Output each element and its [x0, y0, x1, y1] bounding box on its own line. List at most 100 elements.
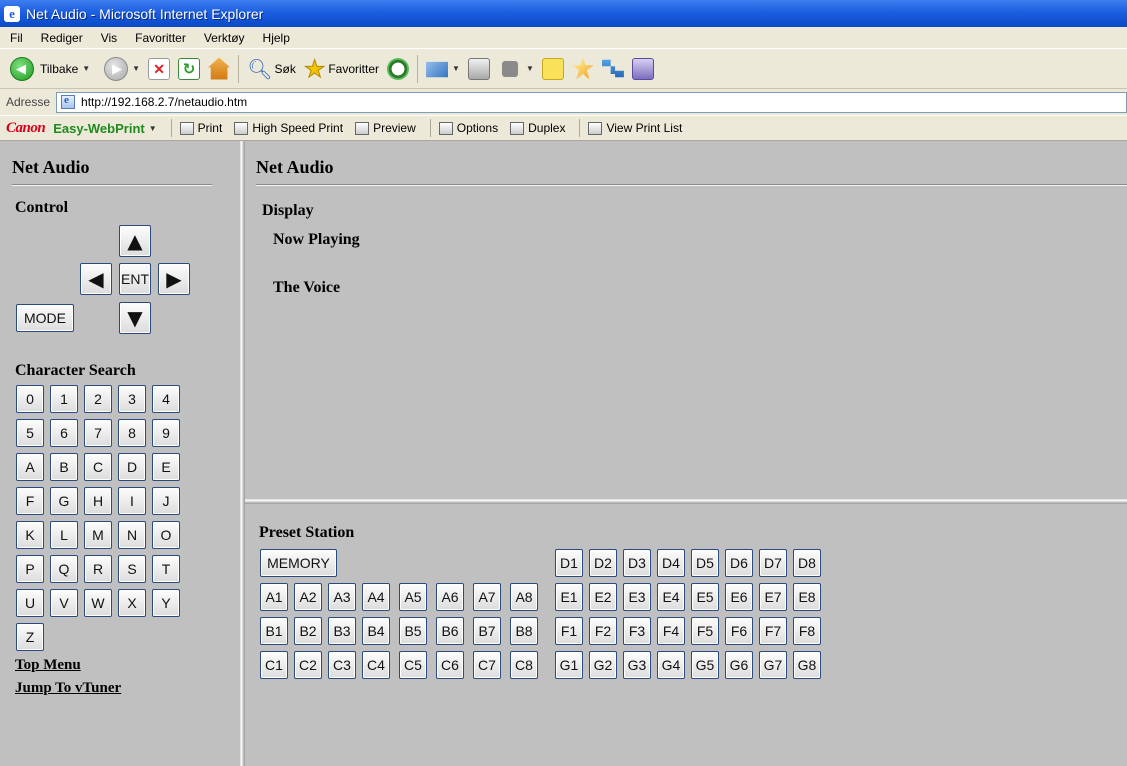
char-button-w[interactable]: W [84, 589, 112, 617]
menu-favorites[interactable]: Favoritter [126, 31, 195, 45]
preset-button-g1[interactable]: G1 [555, 651, 583, 679]
preset-button-c8[interactable]: C8 [510, 651, 538, 679]
preset-button-d7[interactable]: D7 [759, 549, 787, 577]
preset-button-a2[interactable]: A2 [294, 583, 322, 611]
favorites-button[interactable]: ★ Favoritter [300, 53, 383, 85]
char-button-h[interactable]: H [84, 487, 112, 515]
memory-button[interactable]: MEMORY [260, 549, 337, 577]
top-menu-link[interactable]: Top Menu [15, 657, 81, 674]
char-button-g[interactable]: G [50, 487, 78, 515]
preset-button-g7[interactable]: G7 [759, 651, 787, 679]
edit-dropdown-icon[interactable]: ▼ [526, 64, 534, 73]
back-dropdown-icon[interactable]: ▼ [82, 64, 90, 73]
refresh-button[interactable]: ↻ [174, 53, 204, 85]
enter-button[interactable]: ENT [119, 263, 151, 295]
preset-button-a3[interactable]: A3 [328, 583, 356, 611]
canon-preview-button[interactable]: Preview [355, 121, 416, 135]
char-button-0[interactable]: 0 [16, 385, 44, 413]
canon-view-print-list-button[interactable]: View Print List [588, 121, 682, 135]
preset-button-b5[interactable]: B5 [399, 617, 427, 645]
char-button-d[interactable]: D [118, 453, 146, 481]
preset-button-e6[interactable]: E6 [725, 583, 753, 611]
home-button[interactable] [204, 53, 234, 85]
mode-button[interactable]: MODE [16, 304, 74, 332]
preset-button-a1[interactable]: A1 [260, 583, 288, 611]
char-button-j[interactable]: J [152, 487, 180, 515]
char-button-6[interactable]: 6 [50, 419, 78, 447]
preset-button-c4[interactable]: C4 [362, 651, 390, 679]
char-button-i[interactable]: I [118, 487, 146, 515]
canon-print-button[interactable]: Print [179, 121, 222, 135]
preset-button-c3[interactable]: C3 [328, 651, 356, 679]
preset-button-d2[interactable]: D2 [589, 549, 617, 577]
preset-button-g5[interactable]: G5 [691, 651, 719, 679]
char-button-9[interactable]: 9 [152, 419, 180, 447]
preset-button-d4[interactable]: D4 [657, 549, 685, 577]
char-button-b[interactable]: B [50, 453, 78, 481]
preset-button-b3[interactable]: B3 [328, 617, 356, 645]
char-button-c[interactable]: C [84, 453, 112, 481]
down-button[interactable]: ▼ [119, 302, 151, 334]
char-button-4[interactable]: 4 [152, 385, 180, 413]
preset-button-e2[interactable]: E2 [589, 583, 617, 611]
mail-button[interactable]: ▼ [422, 53, 464, 85]
char-button-n[interactable]: N [118, 521, 146, 549]
notes-button[interactable] [538, 53, 568, 85]
forward-dropdown-icon[interactable]: ▼ [132, 64, 140, 73]
canon-options-button[interactable]: Options [438, 121, 498, 135]
preset-button-f4[interactable]: F4 [657, 617, 685, 645]
char-button-3[interactable]: 3 [118, 385, 146, 413]
preset-button-b4[interactable]: B4 [362, 617, 390, 645]
char-button-z[interactable]: Z [16, 623, 44, 651]
preset-button-d1[interactable]: D1 [555, 549, 583, 577]
preset-button-e1[interactable]: E1 [555, 583, 583, 611]
search-button[interactable]: 🔍︎ Søk [243, 53, 300, 85]
up-button[interactable]: ▲ [119, 225, 151, 257]
right-button[interactable]: ▶ [158, 263, 190, 295]
menu-file[interactable]: Fil [0, 31, 32, 45]
char-button-k[interactable]: K [16, 521, 44, 549]
preset-button-g2[interactable]: G2 [589, 651, 617, 679]
preset-button-c6[interactable]: C6 [436, 651, 464, 679]
preset-button-a8[interactable]: A8 [510, 583, 538, 611]
char-button-8[interactable]: 8 [118, 419, 146, 447]
preset-button-a7[interactable]: A7 [473, 583, 501, 611]
char-button-r[interactable]: R [84, 555, 112, 583]
preset-button-a5[interactable]: A5 [399, 583, 427, 611]
char-button-5[interactable]: 5 [16, 419, 44, 447]
menu-help[interactable]: Hjelp [254, 31, 299, 45]
menu-view[interactable]: Vis [92, 31, 126, 45]
char-button-t[interactable]: T [152, 555, 180, 583]
preset-button-a6[interactable]: A6 [436, 583, 464, 611]
preset-button-c5[interactable]: C5 [399, 651, 427, 679]
back-button[interactable]: Tilbake ▼ [6, 53, 94, 85]
char-button-a[interactable]: A [16, 453, 44, 481]
preset-button-a4[interactable]: A4 [362, 583, 390, 611]
char-button-v[interactable]: V [50, 589, 78, 617]
preset-button-e5[interactable]: E5 [691, 583, 719, 611]
char-button-l[interactable]: L [50, 521, 78, 549]
preset-button-f1[interactable]: F1 [555, 617, 583, 645]
easy-webprint-dropdown-icon[interactable]: ▼ [149, 124, 157, 133]
menu-tools[interactable]: Verktøy [195, 31, 254, 45]
mail-dropdown-icon[interactable]: ▼ [452, 64, 460, 73]
char-button-q[interactable]: Q [50, 555, 78, 583]
preset-button-g4[interactable]: G4 [657, 651, 685, 679]
messenger-button[interactable] [628, 53, 658, 85]
char-button-p[interactable]: P [16, 555, 44, 583]
preset-button-f3[interactable]: F3 [623, 617, 651, 645]
char-button-y[interactable]: Y [152, 589, 180, 617]
address-input[interactable]: http://192.168.2.7/netaudio.htm [56, 91, 1127, 113]
preset-button-f2[interactable]: F2 [589, 617, 617, 645]
preset-button-b2[interactable]: B2 [294, 617, 322, 645]
preset-button-d6[interactable]: D6 [725, 549, 753, 577]
preset-button-d3[interactable]: D3 [623, 549, 651, 577]
preset-button-e8[interactable]: E8 [793, 583, 821, 611]
preset-button-f7[interactable]: F7 [759, 617, 787, 645]
char-button-7[interactable]: 7 [84, 419, 112, 447]
forward-button[interactable]: ▼ [100, 53, 144, 85]
char-button-2[interactable]: 2 [84, 385, 112, 413]
char-button-o[interactable]: O [152, 521, 180, 549]
preset-button-e3[interactable]: E3 [623, 583, 651, 611]
preset-button-b8[interactable]: B8 [510, 617, 538, 645]
